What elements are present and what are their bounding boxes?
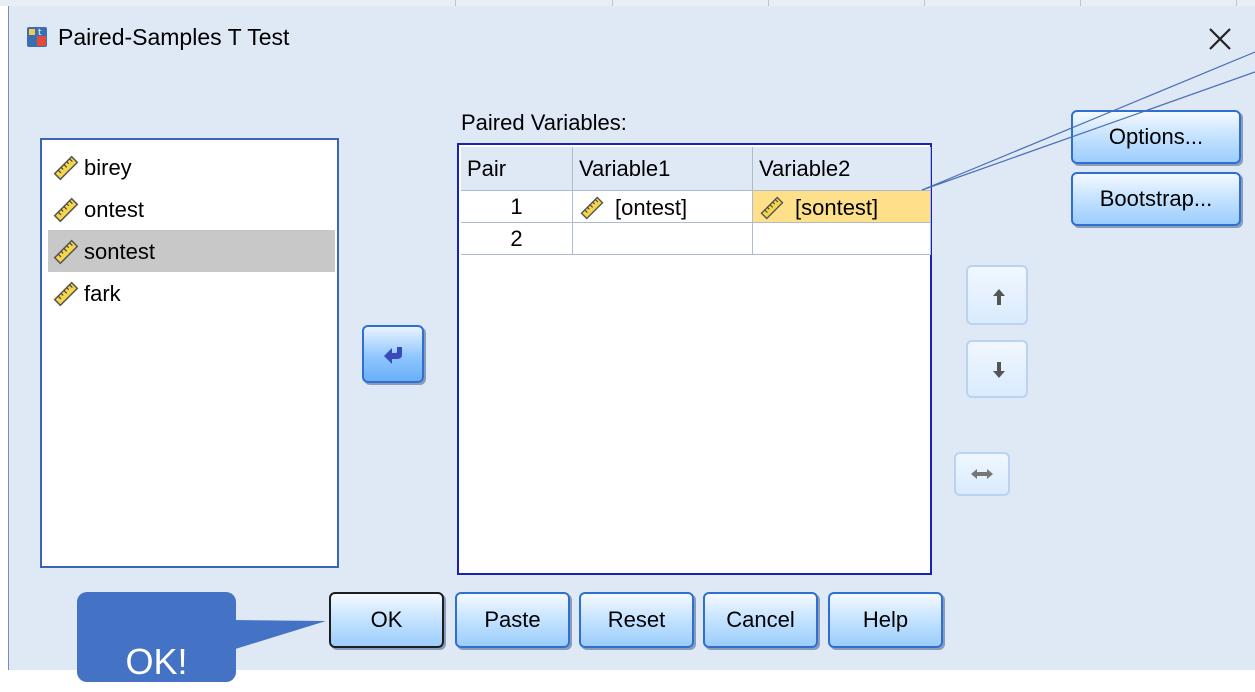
scale-ruler-icon bbox=[760, 196, 784, 220]
column-header-pair: Pair bbox=[461, 147, 573, 191]
help-button[interactable]: Help bbox=[828, 592, 943, 648]
variable-label: sontest bbox=[84, 239, 155, 265]
scale-ruler-icon bbox=[580, 196, 604, 220]
arrow-down-icon bbox=[993, 362, 1005, 378]
variable2-cell[interactable] bbox=[753, 223, 931, 255]
reset-button[interactable]: Reset bbox=[579, 592, 694, 648]
arrow-left-icon bbox=[384, 347, 402, 364]
table-row[interactable]: 2 bbox=[461, 223, 931, 255]
variable-label: ontest bbox=[84, 197, 144, 223]
variable1-cell[interactable]: [ontest] bbox=[573, 191, 753, 223]
arrow-up-icon bbox=[993, 289, 1005, 305]
variable-label: birey bbox=[84, 155, 132, 181]
ok-button[interactable]: OK bbox=[329, 592, 444, 648]
move-up-button[interactable] bbox=[966, 265, 1028, 325]
list-item[interactable]: ontest bbox=[48, 188, 335, 230]
move-variable-button[interactable] bbox=[362, 325, 424, 383]
source-variable-list[interactable]: birey ontest sontest fark bbox=[40, 138, 339, 568]
swap-horizontal-icon bbox=[971, 469, 993, 479]
ok-callout: OK! bbox=[77, 592, 236, 682]
move-down-button[interactable] bbox=[966, 340, 1028, 398]
variable-label: fark bbox=[84, 281, 121, 307]
variable1-value: [ontest] bbox=[615, 195, 688, 221]
list-item[interactable]: birey bbox=[48, 146, 335, 188]
scale-ruler-icon bbox=[53, 155, 79, 181]
table-row[interactable]: 1 [ontest] [sontest] bbox=[461, 191, 931, 223]
column-header-variable1: Variable1 bbox=[573, 147, 753, 191]
pair-number: 2 bbox=[461, 223, 573, 255]
paired-variables-grid[interactable]: Pair Variable1 Variable2 1 [ontest] [son… bbox=[457, 143, 932, 575]
spss-t-test-icon: t bbox=[27, 27, 47, 47]
variable2-cell[interactable]: [sontest] bbox=[753, 191, 931, 223]
swap-pair-button[interactable] bbox=[954, 452, 1010, 496]
close-icon[interactable] bbox=[1205, 24, 1235, 54]
paired-variables-label: Paired Variables: bbox=[461, 110, 627, 135]
scale-ruler-icon bbox=[53, 239, 79, 265]
paste-button[interactable]: Paste bbox=[455, 592, 570, 648]
options-button[interactable]: Options... bbox=[1071, 110, 1241, 164]
scale-ruler-icon bbox=[53, 281, 79, 307]
svg-text:t: t bbox=[38, 28, 42, 38]
list-item[interactable]: fark bbox=[48, 272, 335, 314]
cancel-button[interactable]: Cancel bbox=[703, 592, 818, 648]
window-title: Paired-Samples T Test bbox=[58, 24, 290, 50]
column-header-variable2: Variable2 bbox=[753, 147, 931, 191]
grid-header: Pair Variable1 Variable2 bbox=[461, 147, 931, 191]
variable1-cell[interactable] bbox=[573, 223, 753, 255]
list-item-selected[interactable]: sontest bbox=[48, 230, 335, 272]
bootstrap-button[interactable]: Bootstrap... bbox=[1071, 172, 1241, 226]
pair-number: 1 bbox=[461, 191, 573, 223]
variable2-value: [sontest] bbox=[795, 195, 879, 221]
scale-ruler-icon bbox=[53, 197, 79, 223]
